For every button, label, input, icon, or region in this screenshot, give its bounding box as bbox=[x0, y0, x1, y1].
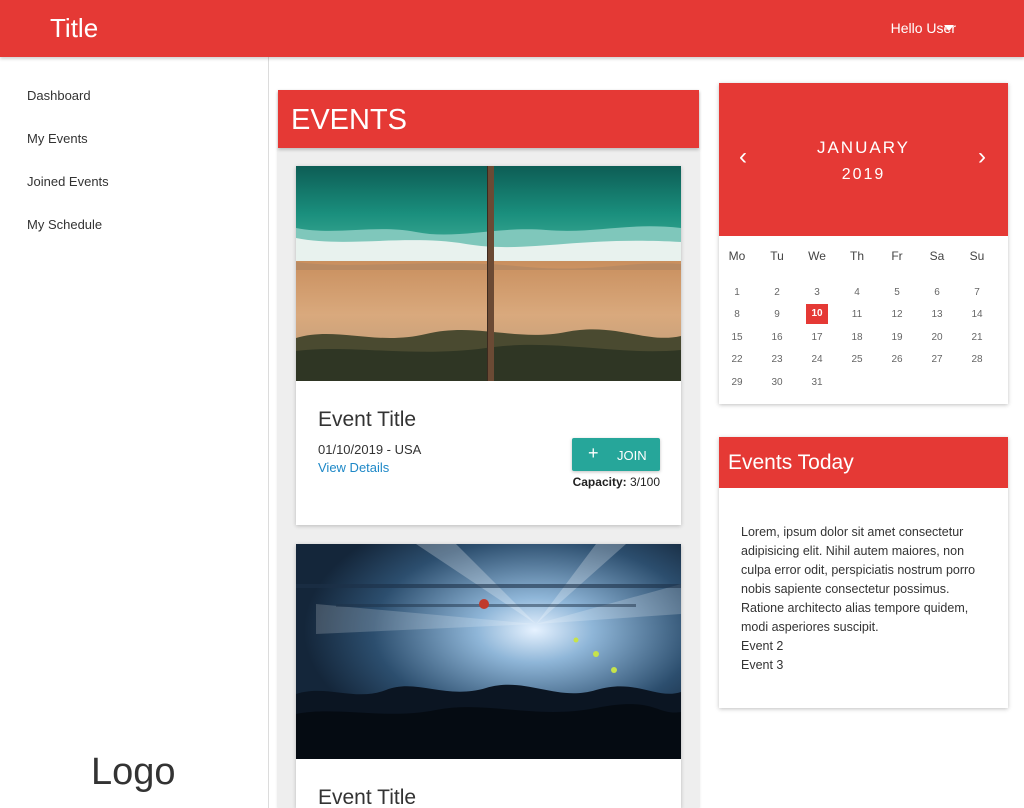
calendar-year: 2019 bbox=[841, 166, 886, 183]
calendar-day[interactable]: 3 bbox=[806, 283, 828, 303]
calendar-day[interactable]: 23 bbox=[766, 350, 788, 370]
calendar-widget: ‹ JANUARY 2019 › Mo Tu We Th Fr Sa Su 1 … bbox=[719, 83, 1008, 404]
calendar-day[interactable]: 5 bbox=[886, 283, 908, 303]
events-today-heading: Events Today bbox=[728, 451, 854, 474]
user-menu[interactable]: Hello User bbox=[824, 0, 1024, 57]
calendar-day[interactable]: 27 bbox=[926, 350, 948, 370]
capacity-label: Capacity: bbox=[572, 475, 627, 489]
capacity-value: 3/100 bbox=[629, 475, 660, 489]
weekday-sa: Sa bbox=[929, 249, 945, 263]
calendar-day[interactable]: 9 bbox=[766, 305, 788, 325]
sidebar-item-joined-events[interactable]: Joined Events bbox=[27, 174, 109, 189]
sidebar-item-my-events[interactable]: My Events bbox=[27, 131, 88, 146]
calendar-day[interactable]: 19 bbox=[886, 328, 908, 348]
join-button[interactable]: + JOIN bbox=[572, 438, 660, 471]
caret-down-icon[interactable] bbox=[944, 25, 954, 31]
weekday-fr: Fr bbox=[891, 249, 903, 263]
calendar-day[interactable]: 21 bbox=[966, 328, 988, 348]
weekday-tu: Tu bbox=[770, 249, 784, 263]
event-title: Event Title bbox=[318, 408, 417, 431]
calendar-day[interactable]: 2 bbox=[766, 283, 788, 303]
calendar-day[interactable]: 28 bbox=[966, 350, 988, 370]
event-date-location: 01/10/2019 - USA bbox=[318, 442, 422, 457]
events-today-description: Lorem, ipsum dolor sit amet consectetur … bbox=[741, 525, 976, 634]
sidebar: Dashboard My Events Joined Events My Sch… bbox=[0, 57, 269, 808]
calendar-day[interactable]: 17 bbox=[806, 328, 828, 348]
calendar-day[interactable]: 6 bbox=[926, 283, 948, 303]
calendar-day[interactable]: 31 bbox=[806, 373, 828, 393]
events-today-header: Events Today bbox=[719, 437, 1008, 488]
calendar-day[interactable]: 18 bbox=[846, 328, 868, 348]
calendar-day[interactable]: 20 bbox=[926, 328, 948, 348]
event-image-concert bbox=[296, 544, 681, 759]
events-today-item[interactable]: Event 2 bbox=[741, 637, 995, 656]
calendar-day[interactable]: 25 bbox=[846, 350, 868, 370]
sidebar-item-my-schedule[interactable]: My Schedule bbox=[27, 217, 102, 232]
events-today-panel: Events Today Lorem, ipsum dolor sit amet… bbox=[719, 437, 1008, 708]
events-header: EVENTS bbox=[278, 90, 699, 148]
calendar-month: JANUARY bbox=[816, 138, 911, 157]
event-card: Event Title 01/10/2019 - USA View Detail… bbox=[296, 166, 681, 525]
weekday-su: Su bbox=[969, 249, 985, 263]
events-heading: EVENTS bbox=[291, 104, 408, 136]
calendar-day[interactable]: 13 bbox=[926, 305, 948, 325]
logo: Logo bbox=[91, 751, 176, 793]
weekday-we: We bbox=[808, 249, 826, 263]
calendar-day[interactable]: 7 bbox=[966, 283, 988, 303]
sidebar-item-dashboard[interactable]: Dashboard bbox=[27, 88, 91, 103]
calendar-day[interactable]: 16 bbox=[766, 328, 788, 348]
calendar-header: ‹ JANUARY 2019 › bbox=[719, 83, 1008, 236]
calendar-day[interactable]: 4 bbox=[846, 283, 868, 303]
calendar-day[interactable]: 14 bbox=[966, 305, 988, 325]
calendar-day-selected[interactable]: 10 bbox=[806, 304, 828, 324]
calendar-day[interactable]: 8 bbox=[726, 305, 748, 325]
chevron-right-icon[interactable]: › bbox=[978, 145, 986, 169]
view-details-link[interactable]: View Details bbox=[318, 460, 389, 475]
calendar-day[interactable]: 12 bbox=[886, 305, 908, 325]
calendar-day[interactable]: 30 bbox=[766, 373, 788, 393]
app-title: Title bbox=[50, 13, 99, 43]
calendar-day[interactable]: 26 bbox=[886, 350, 908, 370]
event-image-beach bbox=[296, 166, 681, 381]
calendar-day[interactable]: 29 bbox=[726, 373, 748, 393]
calendar-day[interactable]: 11 bbox=[846, 305, 868, 325]
top-app-bar: Title Hello User bbox=[0, 0, 1024, 57]
events-today-body: Lorem, ipsum dolor sit amet consectetur … bbox=[741, 523, 995, 675]
join-button-label: JOIN bbox=[617, 448, 647, 463]
event-card: Event Title bbox=[296, 544, 681, 808]
events-today-item[interactable]: Event 3 bbox=[741, 656, 995, 675]
calendar-day[interactable]: 24 bbox=[806, 350, 828, 370]
event-title: Event Title bbox=[318, 786, 417, 808]
calendar-day[interactable]: 15 bbox=[726, 328, 748, 348]
calendar-day[interactable]: 1 bbox=[726, 283, 748, 303]
weekday-mo: Mo bbox=[728, 249, 746, 263]
weekday-th: Th bbox=[849, 249, 864, 263]
plus-icon: + bbox=[588, 443, 599, 463]
event-capacity: Capacity: 3/100 bbox=[573, 475, 660, 489]
calendar-day[interactable]: 22 bbox=[726, 350, 748, 370]
